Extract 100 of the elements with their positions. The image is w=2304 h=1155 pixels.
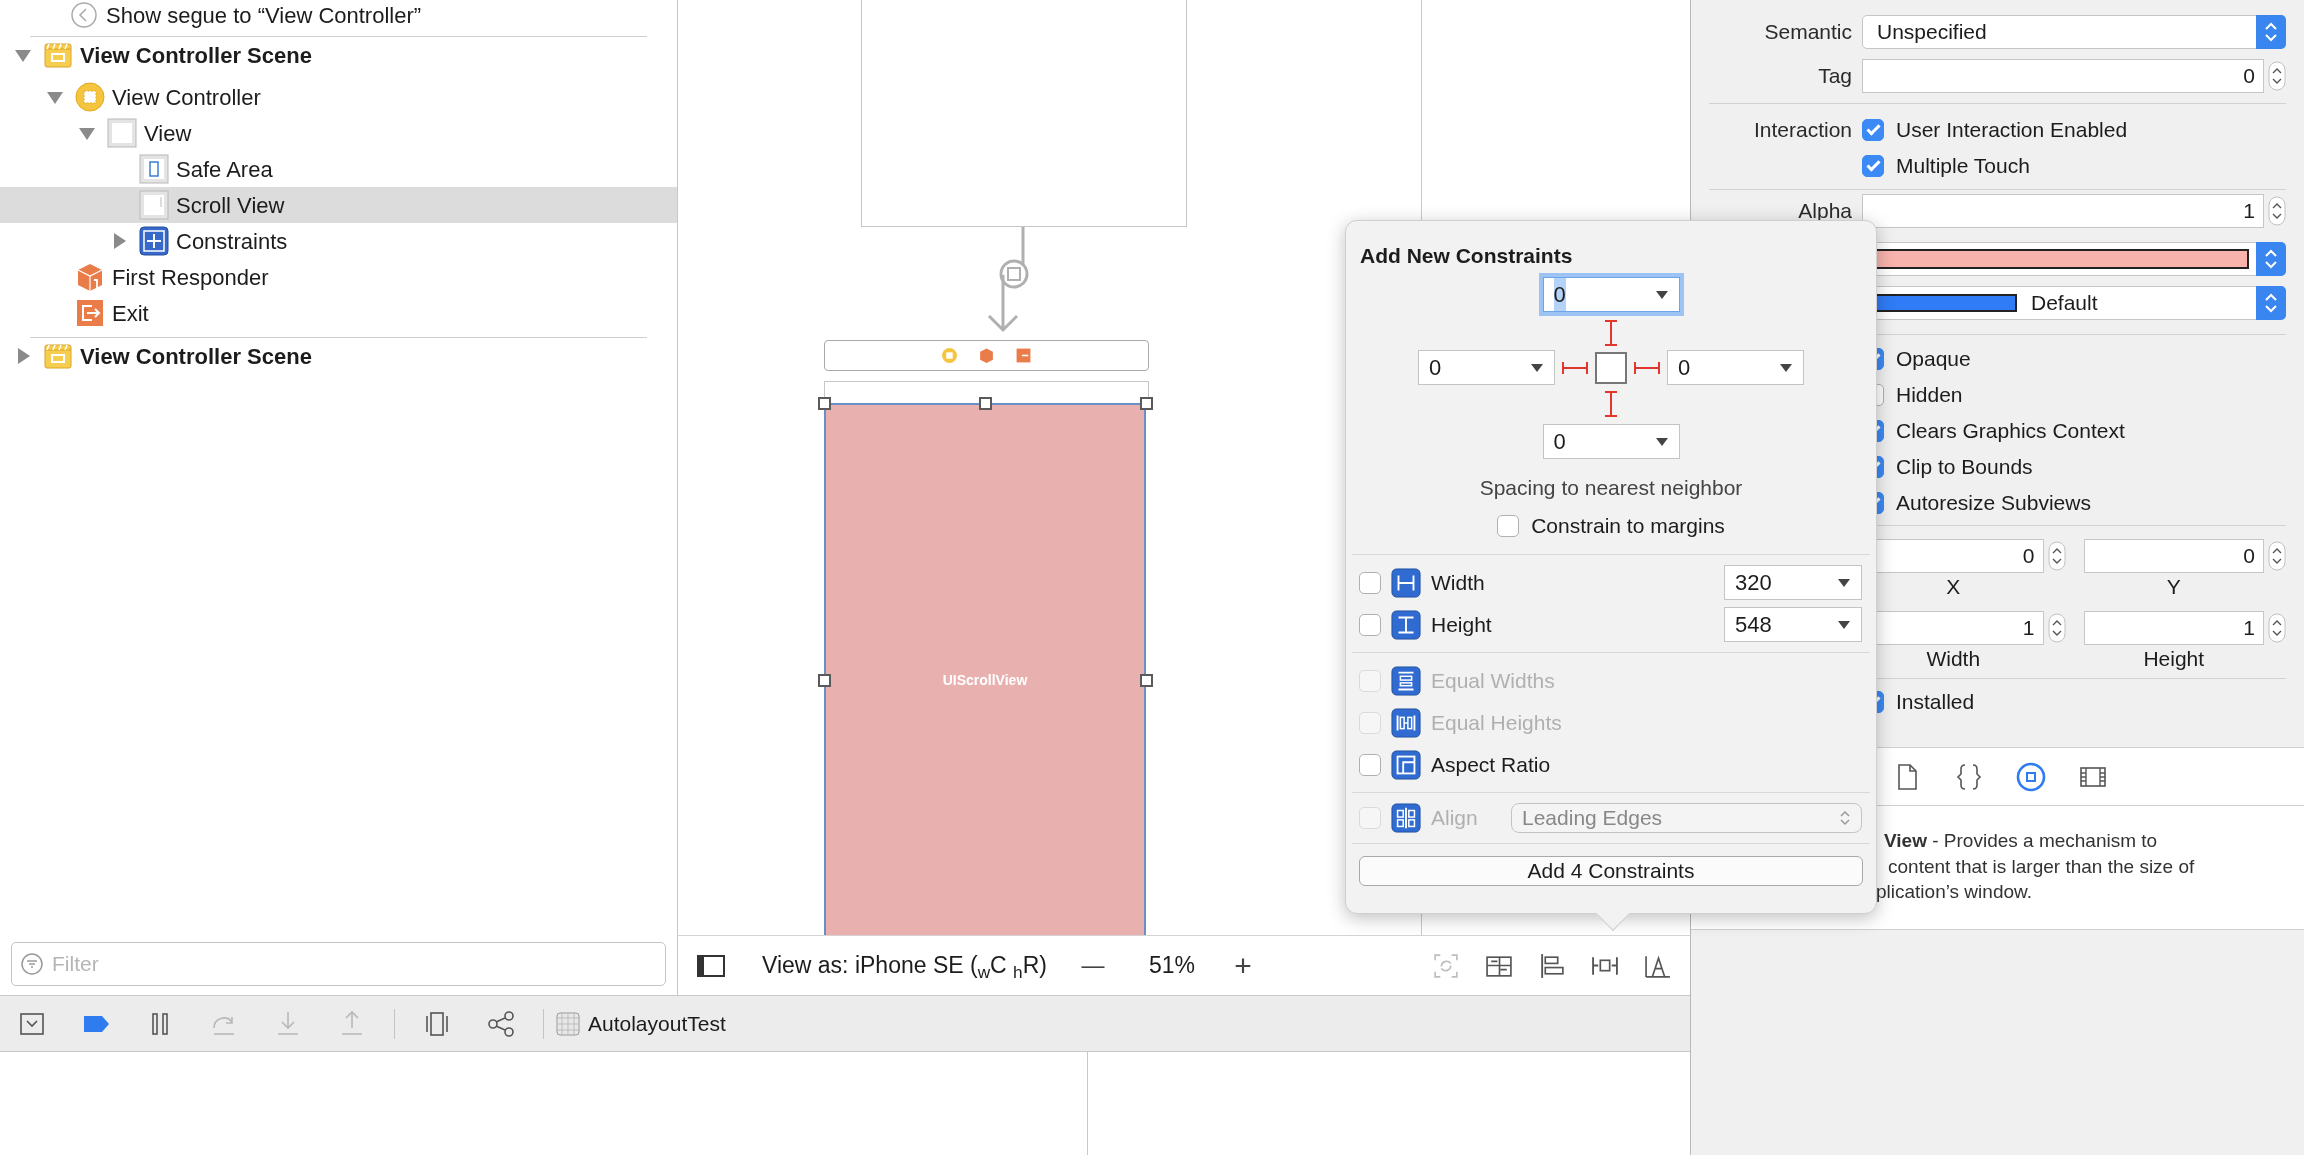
- caret-icon: [1654, 436, 1669, 447]
- object-library-icon[interactable]: [2015, 760, 2047, 793]
- resize-handle[interactable]: [818, 397, 831, 410]
- outline-row[interactable]: Exit: [0, 295, 677, 331]
- vertical-strut-icon[interactable]: [1603, 319, 1619, 347]
- spacing-field[interactable]: 0: [1542, 424, 1680, 459]
- scroll-view-icon: [138, 189, 170, 221]
- outline-row[interactable]: View: [0, 115, 677, 151]
- resize-handle[interactable]: [979, 397, 992, 410]
- checkbox-label: Autoresize Subviews: [1896, 490, 2091, 517]
- outline-label: View Controller: [112, 83, 261, 112]
- checkbox-label: Hidden: [1896, 382, 1963, 409]
- exit-icon: [74, 297, 106, 329]
- safe-area-icon: [138, 153, 170, 185]
- outline-row[interactable]: Safe Area: [0, 151, 677, 187]
- view-class-label: UIScrollView: [942, 670, 1028, 690]
- exit-icon[interactable]: [1015, 347, 1032, 364]
- popover-title: Add New Constraints: [1360, 243, 1574, 269]
- zoom-level: 51%: [1149, 951, 1196, 981]
- segue-label: Show segue to “View Controller”: [106, 1, 422, 30]
- equal-heights-icon: [1391, 707, 1421, 738]
- resize-handle[interactable]: [818, 674, 831, 687]
- add-constraints-button[interactable]: Add 4 Constraints: [1359, 855, 1863, 886]
- caret-icon: [1530, 362, 1544, 373]
- view-controller-icon: [74, 81, 106, 113]
- description-text: plication’s window.: [1875, 880, 2033, 904]
- chevrons-icon: [2256, 242, 2286, 276]
- value-combo[interactable]: 548: [1724, 607, 1862, 642]
- outline-label: View Controller Scene: [80, 342, 312, 371]
- checkbox[interactable]: [1862, 119, 1884, 141]
- equal-widths-icon: [1391, 665, 1421, 696]
- checkbox[interactable]: [1359, 571, 1381, 594]
- constraint-label: Aspect Ratio: [1431, 751, 1551, 778]
- filter-placeholder: Filter: [52, 951, 99, 978]
- checkbox[interactable]: [1359, 753, 1381, 776]
- spacing-field[interactable]: 0: [1667, 350, 1804, 385]
- chevrons-icon: [2256, 286, 2286, 320]
- caret-icon: [1837, 577, 1851, 588]
- checkbox[interactable]: [1359, 613, 1381, 636]
- outline-row[interactable]: View Controller: [0, 79, 677, 115]
- view-box-icon: [1595, 351, 1627, 384]
- sidebar-button[interactable]: [696, 953, 726, 978]
- popup-button[interactable]: Unspecified: [1862, 15, 2286, 49]
- number-field[interactable]: 0: [2083, 539, 2264, 573]
- height-constraint-icon: [1391, 609, 1421, 640]
- constraints-icon: [138, 225, 170, 257]
- back-chevron-icon: [68, 0, 100, 31]
- resize-handle[interactable]: [1140, 674, 1153, 687]
- checkbox[interactable]: [1497, 514, 1520, 537]
- outline-row[interactable]: View Controller Scene: [0, 338, 677, 374]
- width-constraint-icon: [1391, 567, 1421, 598]
- align-edges-icon: [1391, 802, 1421, 833]
- scheme-target[interactable]: AutolayoutTest: [588, 1007, 726, 1040]
- spacing-field[interactable]: 0: [1418, 350, 1555, 385]
- checkbox-label: Opaque: [1896, 346, 1971, 373]
- zoom-in-button[interactable]: +: [1225, 943, 1262, 988]
- view-icon: [106, 117, 138, 149]
- outline-label: View Controller Scene: [80, 41, 312, 70]
- field-label: Tag: [1817, 63, 1852, 90]
- value-combo[interactable]: 320: [1724, 565, 1862, 600]
- constraint-label: Equal Widths: [1431, 667, 1555, 694]
- number-field[interactable]: 0: [1862, 59, 2264, 93]
- horizontal-strut-icon[interactable]: [1633, 359, 1661, 376]
- cube-icon[interactable]: [978, 347, 995, 364]
- checkbox-label: Clears Graphics Context: [1896, 418, 2125, 445]
- resize-handle[interactable]: [1140, 397, 1153, 410]
- checkbox[interactable]: [1862, 155, 1884, 177]
- constraint-label: Height: [1431, 611, 1492, 638]
- constraint-label: Align: [1431, 804, 1478, 831]
- outline-label: Constraints: [176, 227, 288, 256]
- app-target-icon: [556, 1011, 580, 1036]
- outline-label: Scroll View: [176, 191, 285, 220]
- checkbox-label: User Interaction Enabled: [1896, 117, 2128, 144]
- field-label: Y: [2166, 575, 2182, 599]
- field-label: Semantic: [1763, 19, 1852, 46]
- outline-row[interactable]: First Responder: [0, 259, 677, 295]
- number-field[interactable]: 1: [2083, 611, 2264, 645]
- outline-label: View: [144, 119, 192, 148]
- outline-label: Exit: [112, 299, 149, 328]
- outline-label: First Responder: [112, 263, 269, 292]
- outline-row[interactable]: Scroll View: [0, 187, 677, 223]
- field-label: X: [1946, 575, 1962, 599]
- outline-row[interactable]: Constraints: [0, 223, 677, 259]
- constraint-label: Equal Heights: [1431, 709, 1562, 736]
- number-field[interactable]: 1: [1862, 194, 2264, 228]
- vertical-strut-icon[interactable]: [1603, 390, 1619, 418]
- constraint-label: Width: [1431, 569, 1485, 596]
- zoom-out-button[interactable]: —: [1071, 948, 1115, 983]
- checkbox-label: Constrain to margins: [1531, 512, 1725, 539]
- field-label: Width: [1926, 647, 1982, 671]
- checkbox-label: Multiple Touch: [1896, 153, 2030, 180]
- view-as-label[interactable]: View as: iPhone SE ($_{w}$C $_{h}$R): [762, 948, 1047, 983]
- align-icon[interactable]: [1538, 951, 1566, 980]
- horizontal-strut-icon[interactable]: [1561, 359, 1589, 376]
- caret-icon: [1837, 619, 1851, 630]
- description-text: View - Provides a mechanism to: [1883, 829, 2159, 853]
- aspect-ratio-icon: [1391, 749, 1421, 780]
- outline-row[interactable]: View Controller Scene: [0, 37, 677, 73]
- field-label: Alpha: [1797, 198, 1852, 225]
- field-label: Interaction: [1752, 117, 1852, 144]
